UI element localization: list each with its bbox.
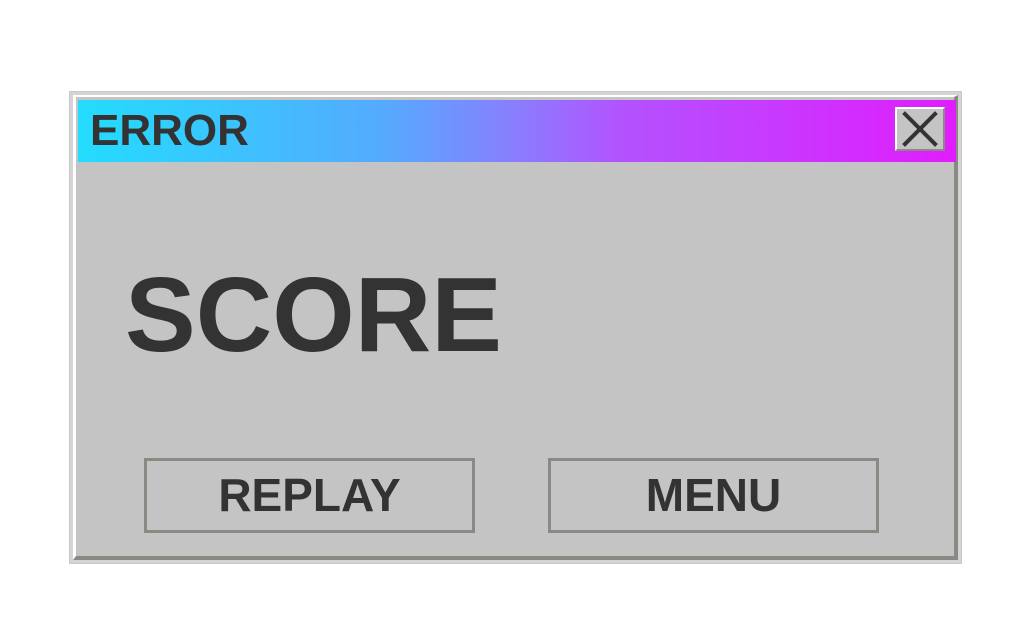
error-dialog: ERROR SCORE REPLAY MENU — [73, 95, 958, 560]
close-icon — [902, 111, 938, 147]
dialog-title: ERROR — [90, 106, 249, 155]
close-button[interactable] — [895, 107, 945, 151]
dialog-frame: ERROR SCORE REPLAY MENU — [69, 91, 962, 564]
replay-button[interactable]: REPLAY — [144, 458, 475, 533]
menu-button[interactable]: MENU — [548, 458, 879, 533]
score-label: SCORE — [125, 256, 502, 374]
title-bar[interactable]: ERROR — [78, 100, 956, 162]
